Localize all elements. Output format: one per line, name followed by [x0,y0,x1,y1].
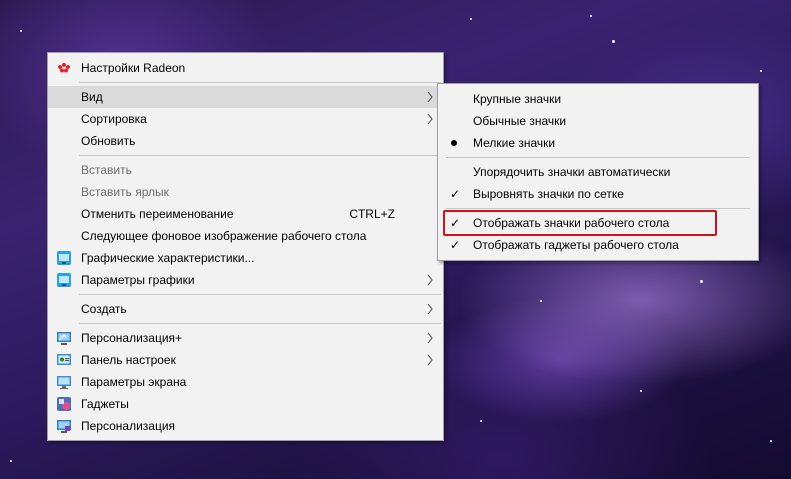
menu-item-label: Отменить переименование [81,207,234,221]
menu-item-label: Вид [81,90,103,104]
menu-item-label: Графические характеристики... [81,251,255,265]
menu-item-personalization[interactable]: Персонализация [48,415,443,437]
chevron-right-icon [427,304,433,314]
submenu-item-label: Мелкие значки [473,136,556,150]
menu-separator [446,208,750,209]
submenu-item-label: Отображать гаджеты рабочего стола [473,238,679,252]
menu-separator [79,323,441,324]
menu-item-label: Создать [81,302,127,316]
menu-item-label: Обновить [81,134,136,148]
menu-item-undo-rename[interactable]: Отменить переименование CTRL+Z [48,203,443,225]
menu-item-label: Сортировка [81,112,147,126]
menu-item-label: Настройки Radeon [81,61,186,75]
menu-item-shortcut: CTRL+Z [349,207,395,221]
chevron-right-icon [427,355,433,365]
menu-separator [79,82,441,83]
submenu-item-label: Упорядочить значки автоматически [473,165,671,179]
star [480,420,482,422]
star [770,440,772,442]
menu-item-label: Гаджеты [81,397,129,411]
gadgets-icon [57,397,71,411]
menu-item-gadgets[interactable]: Гаджеты [48,393,443,415]
checkmark-icon: ✓ [450,187,461,201]
menu-item-graphics-options[interactable]: Параметры графики [48,269,443,291]
star [590,15,592,17]
intel-graphics-icon [57,251,71,265]
checkmark-icon: ✓ [450,238,461,252]
star [470,18,472,20]
desktop-context-menu: Настройки Radeon Вид Сортировка Обновить… [47,52,444,441]
radeon-icon [58,63,70,73]
menu-separator [79,294,441,295]
control-panel-icon [57,354,71,365]
menu-item-new[interactable]: Создать [48,298,443,320]
star [20,30,22,32]
menu-item-next-wallpaper[interactable]: Следующее фоновое изображение рабочего с… [48,225,443,247]
submenu-item-label: Крупные значки [473,92,562,106]
menu-item-view[interactable]: Вид [48,86,443,108]
personalization-icon [57,420,71,433]
submenu-item-auto-arrange[interactable]: Упорядочить значки автоматически [438,161,758,183]
chevron-right-icon [427,333,433,343]
star [760,70,762,72]
menu-item-label: Панель настроек [81,353,176,367]
submenu-item-label: Обычные значки [473,114,567,128]
menu-item-personalization-plus[interactable]: Персонализация+ [48,327,443,349]
chevron-right-icon [427,92,433,102]
submenu-item-label: Выровнять значки по сетке [473,187,624,201]
menu-separator [446,157,750,158]
menu-item-display-settings[interactable]: Параметры экрана [48,371,443,393]
menu-item-refresh[interactable]: Обновить [48,130,443,152]
menu-item-label: Параметры экрана [81,375,187,389]
intel-graphics-icon [57,273,71,287]
star [640,390,642,392]
personalization-plus-icon [57,332,71,345]
menu-item-label: Персонализация+ [81,331,183,345]
submenu-item-large-icons[interactable]: Крупные значки [438,88,758,110]
menu-item-settings-panel[interactable]: Панель настроек [48,349,443,371]
chevron-right-icon [427,275,433,285]
submenu-item-small-icons[interactable]: Мелкие значки [438,132,758,154]
annotation-highlight-box [443,210,717,236]
menu-item-label: Персонализация [81,419,176,433]
menu-item-paste-shortcut: Вставить ярлык [48,181,443,203]
menu-item-label: Параметры графики [81,273,195,287]
menu-item-label: Следующее фоновое изображение рабочего с… [81,229,367,243]
submenu-item-medium-icons[interactable]: Обычные значки [438,110,758,132]
menu-item-radeon-settings[interactable]: Настройки Radeon [48,57,443,79]
star [10,460,12,462]
submenu-item-show-gadgets[interactable]: ✓ Отображать гаджеты рабочего стола [438,234,758,256]
menu-item-sort[interactable]: Сортировка [48,108,443,130]
menu-item-graphics-properties[interactable]: Графические характеристики... [48,247,443,269]
menu-item-paste: Вставить [48,159,443,181]
chevron-right-icon [427,114,433,124]
display-icon [57,376,71,389]
menu-item-label: Вставить [81,163,132,177]
menu-separator [79,155,441,156]
radio-selected-icon [451,140,457,146]
star [540,300,542,302]
menu-item-label: Вставить ярлык [81,185,169,199]
submenu-item-align-to-grid[interactable]: ✓ Выровнять значки по сетке [438,183,758,205]
star [700,280,703,283]
star [612,40,615,43]
